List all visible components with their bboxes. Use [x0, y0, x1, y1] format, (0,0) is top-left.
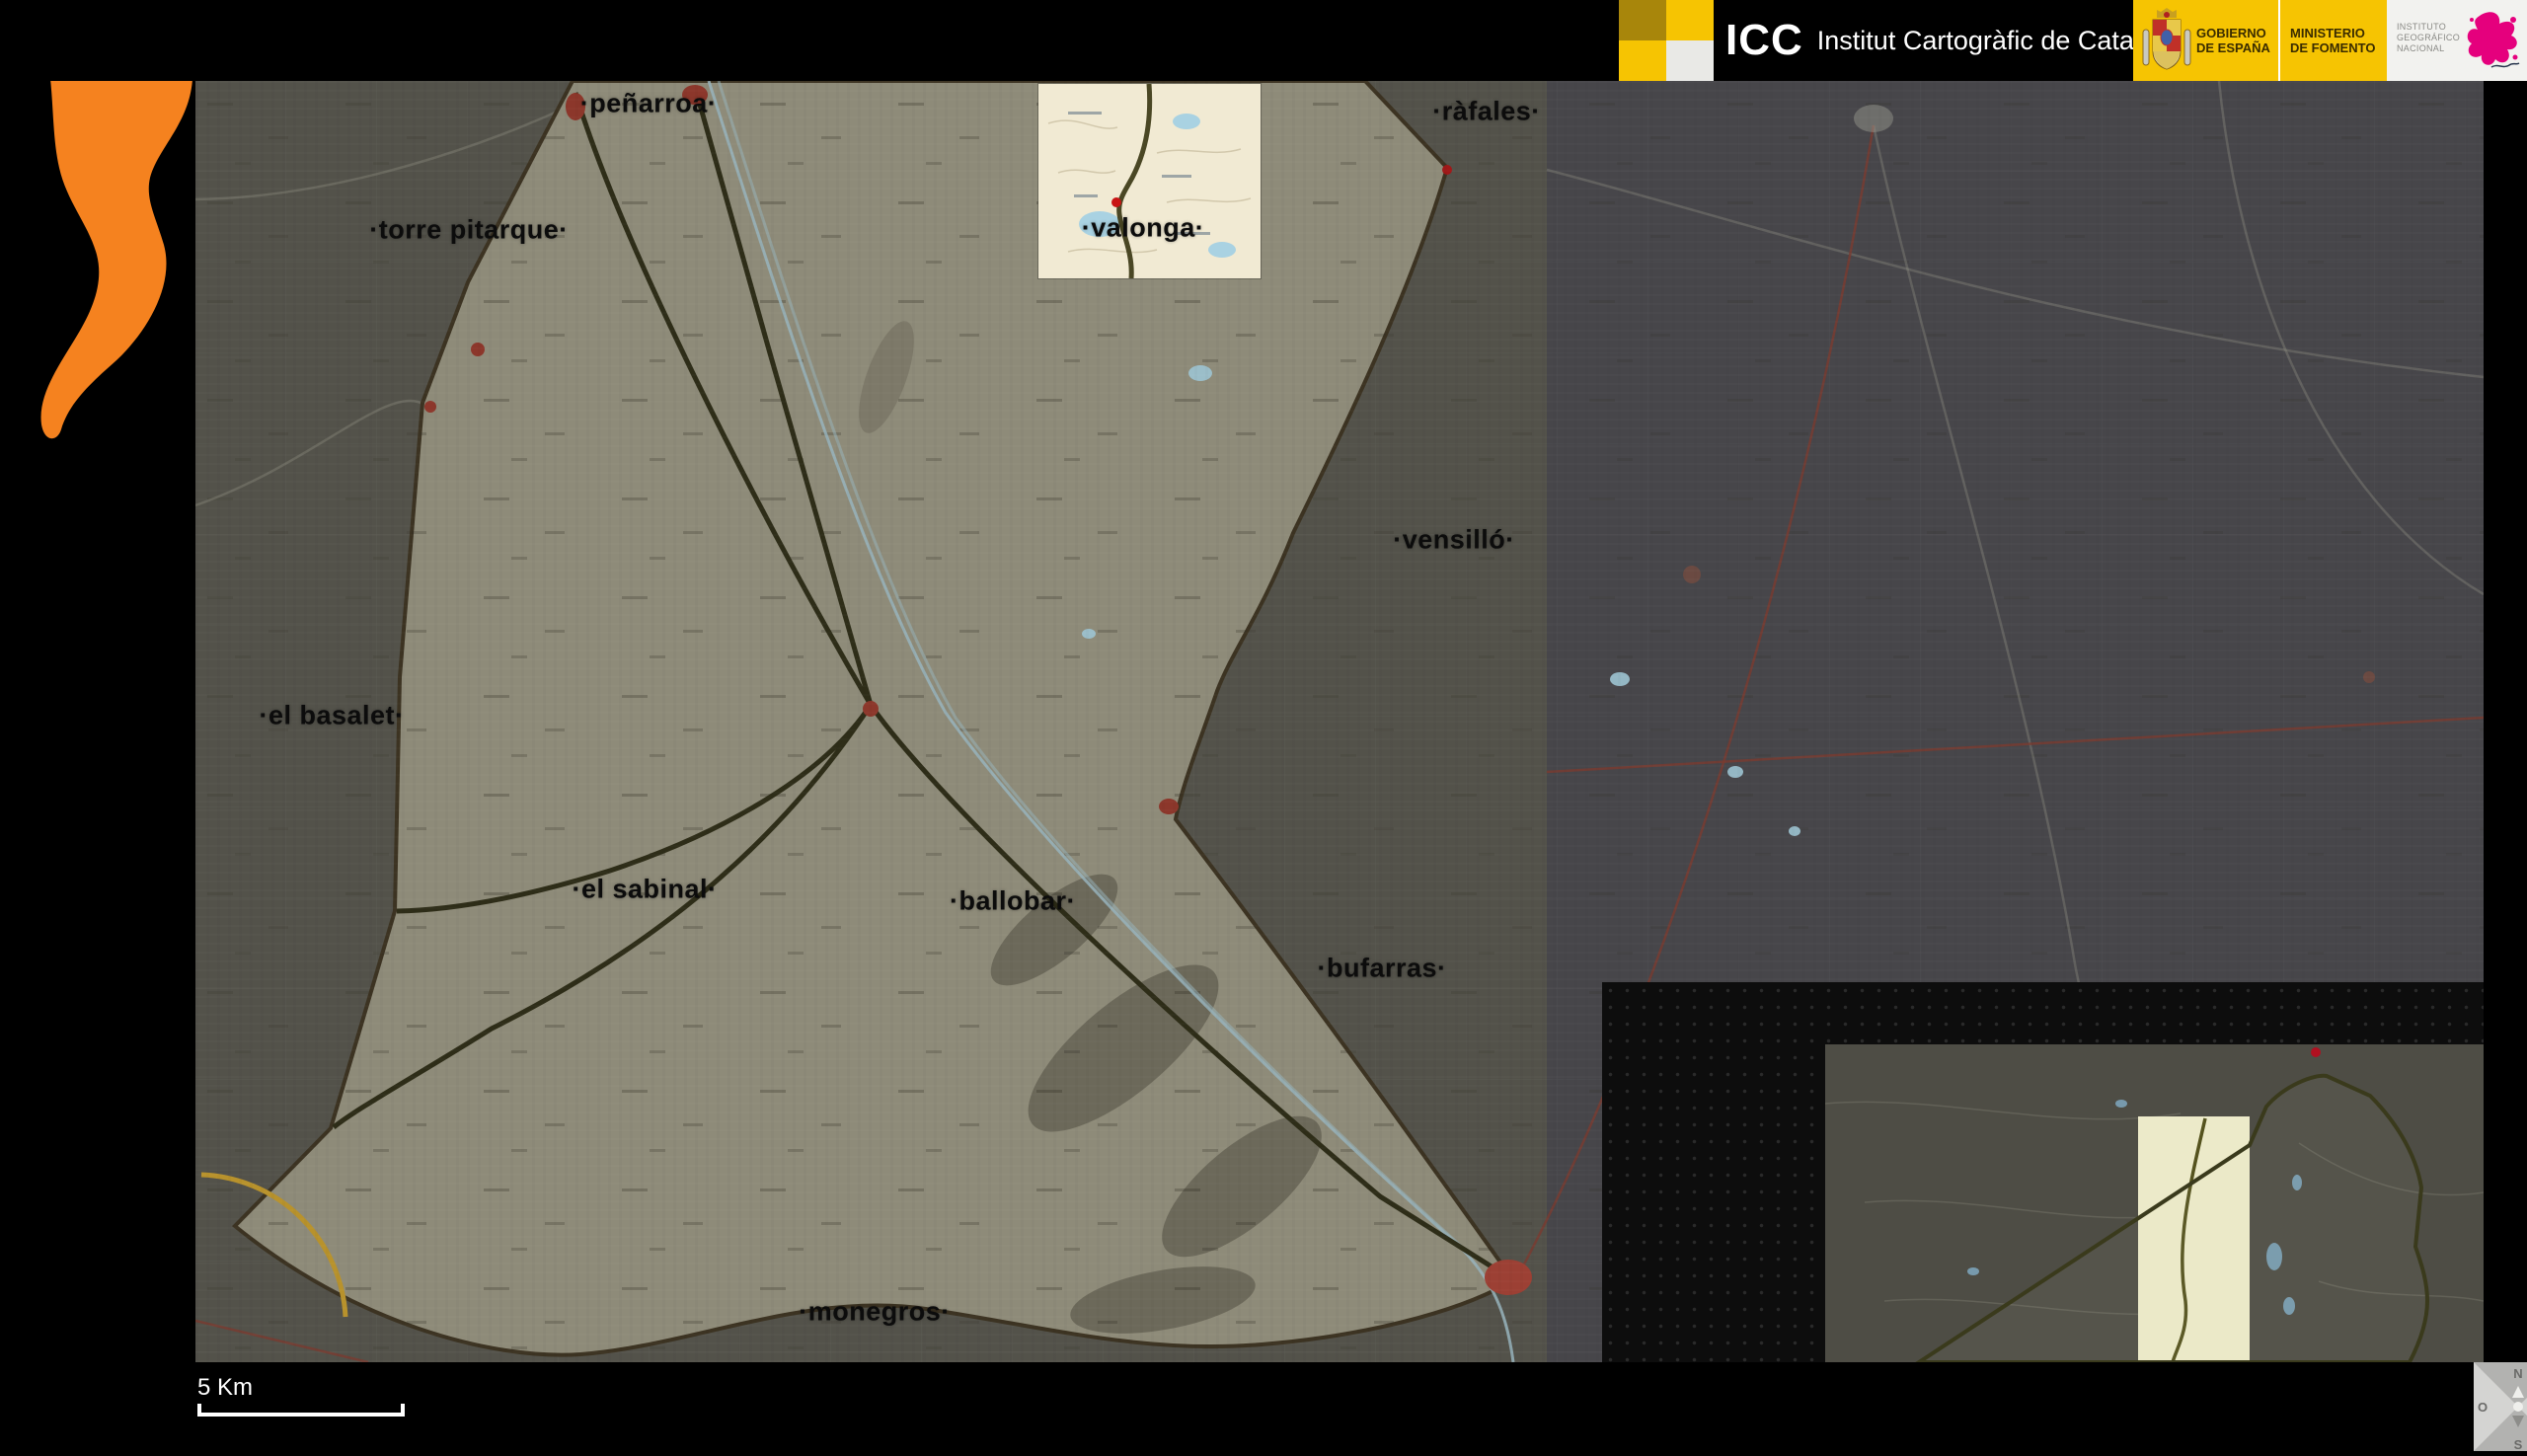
scalebar-label: 5 Km [197, 1374, 407, 1402]
valonga-inset-map [1038, 84, 1261, 278]
quadrant-yellow [1666, 0, 1714, 40]
ministerio-text: MINISTERIO DE FOMENTO [2290, 0, 2384, 81]
overview-panel [1602, 982, 2484, 1362]
ign-text: INSTITUTO GEOGRÁFICO NACIONAL [2397, 22, 2460, 54]
left-rail [0, 0, 195, 1421]
compass-south-letter: S [2514, 1437, 2523, 1451]
scalebar: 5 Km [197, 1374, 407, 1422]
compass-north-letter: N [2513, 1366, 2522, 1381]
map-viewport[interactable]: ·peñarroa··torre pitarque··ràfales··valo… [195, 81, 2484, 1362]
quadrant-gray [1666, 40, 1714, 81]
compass-rose: N S O E [2474, 1362, 2527, 1451]
ign-block: INSTITUTO GEOGRÁFICO NACIONAL [2387, 0, 2527, 81]
compass-west-letter: O [2478, 1400, 2488, 1415]
spain-coat-of-arms-icon [2141, 8, 2192, 73]
icc-brand: ICC Institut Cartogràfic de Catalunya [1725, 0, 2197, 81]
icc-abbr: ICC [1725, 16, 1803, 65]
scalebar-bar [197, 1402, 407, 1418]
quadrant-darkgold [1619, 0, 1666, 40]
app-window: ·peñarroa··torre pitarque··ràfales··valo… [0, 0, 2527, 1421]
ign-anniversary-splash-icon [2462, 6, 2523, 75]
header-separator [2278, 0, 2280, 81]
header-bar: ICC Institut Cartogràfic de Catalunya GO… [0, 0, 2527, 81]
overview-map[interactable] [1825, 1044, 2484, 1362]
valonga-zoom-window [1038, 84, 1261, 278]
quadrant-yellow2 [1619, 40, 1666, 81]
icc-quadrant-logo [1619, 0, 1713, 81]
gobierno-text: GOBIERNO DE ESPAÑA [2196, 26, 2270, 55]
